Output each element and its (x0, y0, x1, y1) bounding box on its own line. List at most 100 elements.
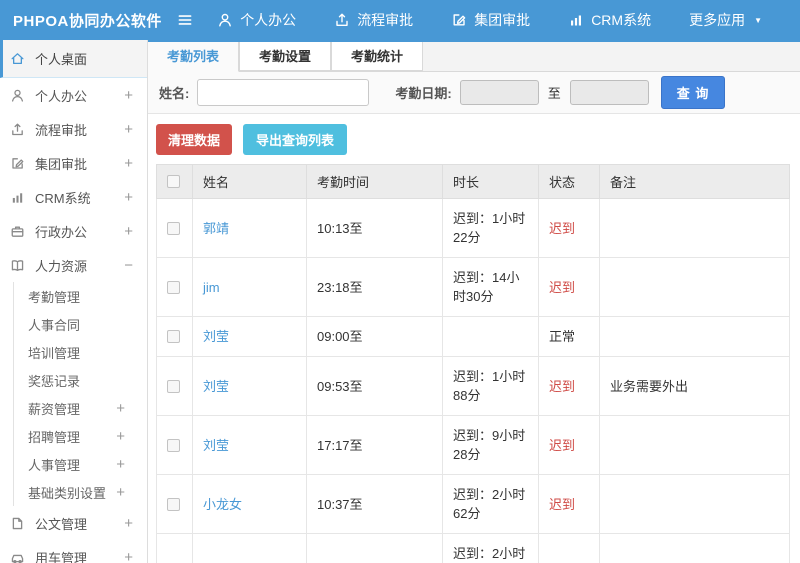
select-all-checkbox[interactable] (167, 175, 180, 188)
duration-cell: 迟到：2小时90分早退：7小时10分 (442, 533, 539, 563)
sidebar-item-document-management[interactable]: 公文管理 + (0, 506, 147, 540)
sidebar-item-label: 集团审批 (35, 156, 88, 172)
nav-item-label: 集团审批 (474, 12, 531, 28)
sidebar-item-label: 公文管理 (35, 516, 88, 532)
row-checkbox[interactable] (167, 497, 180, 511)
employee-name-link[interactable]: jim (203, 280, 220, 295)
row-checkbox[interactable] (167, 221, 180, 235)
sidebar-item-salary-management[interactable]: 薪资管理 + (13, 394, 147, 422)
name-filter-input[interactable] (197, 79, 370, 106)
sidebar-item-workflow-approval[interactable]: 流程审批 + (0, 112, 147, 146)
book-icon (10, 258, 26, 273)
sidebar-item-label: 行政办公 (35, 224, 88, 240)
status-cell: 迟到 (538, 415, 600, 475)
employee-name-link[interactable]: 刘莹 (203, 438, 229, 453)
row-checkbox[interactable] (167, 280, 180, 294)
duration-cell: 迟到：1小时22分 (442, 198, 539, 258)
nav-item-personal-office[interactable]: 个人办公 (217, 10, 296, 30)
workflow-approval-icon (334, 12, 350, 28)
employee-name-link[interactable]: 小龙女 (203, 497, 242, 512)
sidebar-item-personal-office[interactable]: 个人办公 + (0, 78, 147, 112)
sidebar-item-training-management[interactable]: 培训管理 (13, 338, 147, 366)
sidebar-item-attendance-management[interactable]: 考勤管理 (13, 282, 147, 310)
duration-cell: 迟到：9小时28分 (442, 415, 539, 475)
nav-item-label: CRM系统 (591, 12, 652, 28)
expand-plus-icon[interactable]: + (124, 223, 133, 240)
employee-name-cell: jim (192, 257, 307, 317)
tab-attendance-statistics[interactable]: 考勤统计 (331, 42, 424, 71)
chevron-down-icon: ▼ (754, 15, 762, 25)
status-cell: 迟到 (538, 257, 600, 317)
sidebar-item-label: 基础类别设置 (28, 485, 107, 501)
duration-cell: 迟到：14小时30分 (442, 257, 539, 317)
date-from-input[interactable] (459, 80, 539, 105)
table-row: 小龙女 10:37至 迟到：2小时62分 迟到 (156, 474, 790, 534)
expand-plus-icon[interactable]: + (124, 515, 133, 532)
note-cell (599, 257, 790, 317)
expand-plus-icon[interactable]: + (124, 155, 133, 172)
expand-plus-icon[interactable]: + (124, 549, 133, 563)
nav-item-more-apps[interactable]: 更多应用 ▼ (689, 10, 762, 30)
attendance-time-cell: 23:18至 (306, 257, 443, 317)
sidebar-item-admin-office[interactable]: 行政办公 + (0, 214, 147, 248)
table-row: 刘莹 09:53至 迟到：1小时88分 迟到 业务需要外出 (156, 356, 790, 416)
date-to-input[interactable] (569, 80, 649, 105)
expand-plus-icon[interactable]: + (116, 484, 125, 501)
tab-attendance-settings[interactable]: 考勤设置 (239, 42, 332, 71)
sidebar-item-reward-punishment[interactable]: 奖惩记录 (13, 366, 147, 394)
tab-attendance-list[interactable]: 考勤列表 (148, 42, 240, 72)
employee-name-link[interactable]: 刘莹 (203, 379, 229, 394)
sidebar-item-recruitment-management[interactable]: 招聘管理 + (13, 422, 147, 450)
doc-icon (10, 516, 26, 531)
sidebar-item-personnel-management[interactable]: 人事管理 + (13, 450, 147, 478)
sidebar-item-base-category-settings[interactable]: 基础类别设置 + (13, 478, 147, 506)
sidebar-item-label: 人事管理 (28, 457, 81, 473)
flow-icon (10, 122, 26, 137)
employee-name-link[interactable]: 郭靖 (203, 221, 229, 236)
sidebar-item-group-approval[interactable]: 集团审批 + (0, 146, 147, 180)
nav-item-group-approval[interactable]: 集团审批 (451, 10, 530, 30)
row-checkbox[interactable] (167, 379, 180, 393)
row-checkbox-cell (156, 474, 193, 534)
row-checkbox[interactable] (167, 330, 180, 343)
collapse-minus-icon[interactable]: − (124, 257, 133, 274)
employee-name-link[interactable]: 刘莹 (203, 329, 229, 344)
expand-plus-icon[interactable]: + (124, 121, 133, 138)
expand-plus-icon[interactable]: + (116, 400, 125, 417)
search-button[interactable]: 查 询 (660, 76, 726, 109)
note-cell (599, 316, 790, 357)
sidebar-item-label: 薪资管理 (28, 401, 81, 417)
employee-name-cell: 刘莹 (192, 415, 307, 475)
nav-item-workflow-approval[interactable]: 流程审批 (334, 10, 413, 30)
note-cell (599, 198, 790, 258)
export-list-button[interactable]: 导出查询列表 (243, 124, 348, 155)
sidebar-item-human-resources[interactable]: 人力资源 − (0, 248, 147, 282)
column-header: 备注 (599, 164, 790, 199)
duration-cell: 迟到：2小时62分 (442, 474, 539, 534)
sidebar-item-crm-system[interactable]: CRM系统 + (0, 180, 147, 214)
nav-item-label: 更多应用 (689, 12, 746, 28)
sidebar-item-hr-contract[interactable]: 人事合同 (13, 310, 147, 338)
sidebar-item-vehicle-management[interactable]: 用车管理 + (0, 540, 147, 563)
row-checkbox-cell (156, 198, 193, 258)
main-panel: 清理数据 导出查询列表 姓名 考勤时间 时长 状态 备注 郭靖 10:13至 迟到：1小时2… (148, 114, 800, 563)
topbar-nav: 个人办公 流程审批 集团审批 CRM系统 更多应用 ▼ (217, 10, 800, 30)
note-cell: 业务需要外出 (599, 356, 790, 416)
hamburger-menu-icon[interactable] (175, 9, 195, 31)
row-checkbox-cell (156, 356, 193, 416)
expand-plus-icon[interactable]: + (116, 428, 125, 445)
home-icon (10, 51, 26, 66)
clear-data-button[interactable]: 清理数据 (156, 124, 233, 155)
edit-icon (10, 156, 26, 171)
row-checkbox[interactable] (167, 438, 180, 452)
table-row: 刘莹 09:00至 正常 (156, 316, 790, 357)
employee-name-cell: 郭靖 (192, 198, 307, 258)
row-checkbox-cell (156, 415, 193, 475)
expand-plus-icon[interactable]: + (124, 87, 133, 104)
nav-item-crm-system[interactable]: CRM系统 (568, 10, 651, 30)
expand-plus-icon[interactable]: + (124, 189, 133, 206)
status-badge: 迟到 (549, 437, 576, 453)
sidebar-item-desktop[interactable]: 个人桌面 (0, 40, 147, 78)
table-row: jim 23:18至 迟到：14小时30分 迟到 (156, 257, 790, 317)
expand-plus-icon[interactable]: + (116, 456, 125, 473)
